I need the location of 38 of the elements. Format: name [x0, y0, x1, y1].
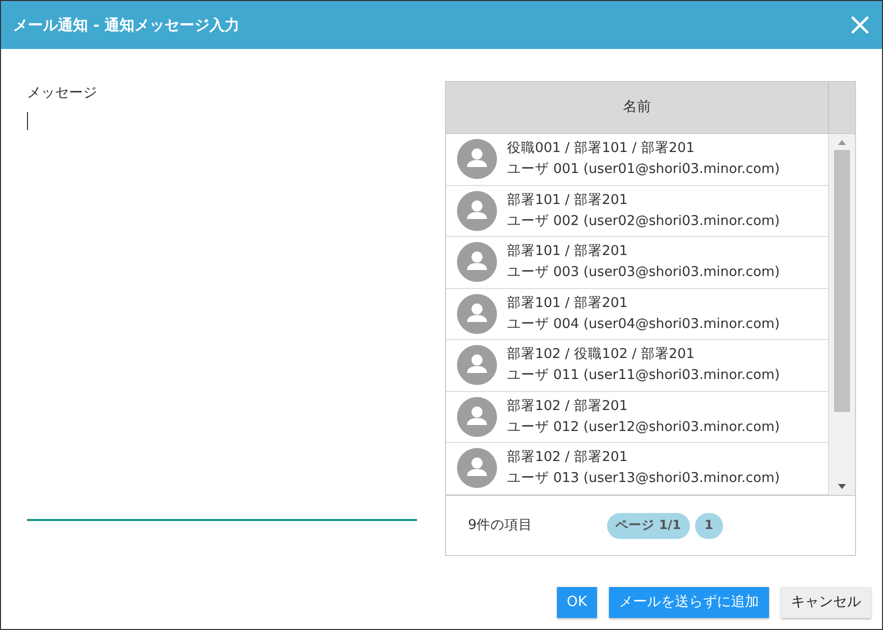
user-row[interactable]: 役職001 / 部署101 / 部署201 ユーザ 001 (user01@shori03.minor.com) [446, 134, 829, 186]
user-groups: 部署101 / 部署201 [507, 190, 780, 211]
avatar-icon [457, 294, 497, 334]
page-indicator: ページ 1/1 [606, 512, 690, 538]
page-button[interactable]: 1 [694, 512, 723, 538]
user-row[interactable]: 部署101 / 部署201 ユーザ 003 (user03@shori03.minor.com) [446, 237, 829, 288]
avatar-icon [457, 345, 497, 386]
user-name-email: ユーザ 001 (user01@shori03.minor.com) [507, 160, 780, 180]
avatar-icon [457, 448, 497, 488]
user-groups: 部署102 / 部署201 [507, 447, 780, 468]
item-count: 9件の項目 [468, 516, 533, 536]
user-name-email: ユーザ 004 (user04@shori03.minor.com) [507, 314, 780, 334]
user-row[interactable]: 部署102 / 役職102 / 部署201 ユーザ 011 (user11@shori03.minor.com) [446, 340, 829, 392]
avatar-icon [457, 242, 497, 282]
avatar-icon [457, 190, 497, 231]
user-groups: 部署101 / 部署201 [507, 292, 780, 314]
user-row[interactable]: 部署102 / 部署201 ユーザ 013 (user13@shori03.minor.com) [446, 443, 829, 494]
user-name-email: ユーザ 011 (user11@shori03.minor.com) [507, 366, 780, 386]
field-label: メッセージ [27, 84, 98, 103]
window-title: メール通知 - 通知メッセージ入力 [13, 14, 240, 36]
user-name-email: ユーザ 012 (user12@shori03.minor.com) [507, 418, 780, 437]
user-groups: 部署102 / 部署201 [507, 396, 780, 417]
user-name-email: ユーザ 013 (user13@shori03.minor.com) [507, 469, 780, 488]
user-name-email: ユーザ 002 (user02@shori03.minor.com) [507, 212, 780, 231]
user-groups: 役職001 / 部署101 / 部署201 [507, 138, 780, 160]
avatar-icon [457, 139, 497, 180]
text-cursor [27, 112, 28, 130]
close-icon[interactable] [850, 15, 870, 35]
scrollbar[interactable] [829, 134, 855, 495]
user-groups: 部署101 / 部署201 [507, 241, 780, 262]
cancel-button[interactable]: キャンセル [781, 587, 871, 618]
user-name-email: ユーザ 003 (user03@shori03.minor.com) [507, 263, 780, 282]
avatar-icon [457, 396, 497, 437]
scrollbar-thumb[interactable] [834, 150, 850, 412]
user-groups: 部署102 / 役職102 / 部署201 [507, 344, 780, 366]
user-row[interactable]: 部署101 / 部署201 ユーザ 004 (user04@shori03.minor.com) [446, 288, 829, 340]
user-row[interactable]: 部署102 / 部署201 ユーザ 012 (user12@shori03.minor.com) [446, 392, 829, 443]
user-row[interactable]: 部署101 / 部署201 ユーザ 002 (user02@shori03.minor.com) [446, 186, 829, 237]
